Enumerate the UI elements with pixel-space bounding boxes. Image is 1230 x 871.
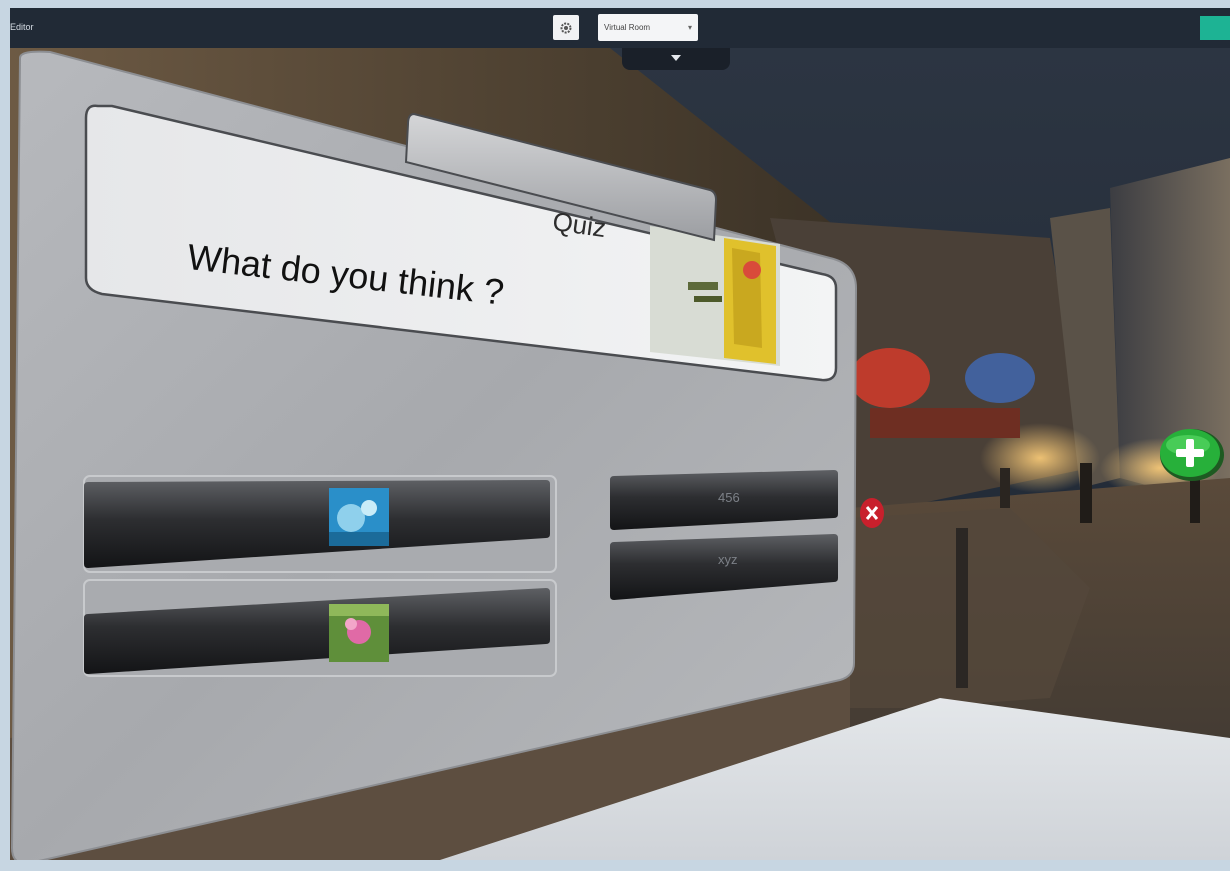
answer-button-3[interactable]: 456 (610, 470, 838, 530)
close-hotspot-button[interactable] (859, 497, 885, 529)
caret-down-icon (671, 55, 681, 61)
answer-button-2[interactable] (84, 584, 550, 676)
drawer-toggle[interactable] (622, 48, 730, 70)
answer-button-1[interactable] (84, 478, 550, 570)
gear-icon (560, 22, 572, 33)
image-thumbnail-icon (329, 604, 389, 662)
image-thumbnail-icon (329, 488, 389, 546)
app-title: Editor (10, 22, 34, 32)
action-button[interactable] (1200, 16, 1230, 40)
app-window: 456 xyz Quiz What do you think ? Editor … (10, 8, 1230, 860)
room-select[interactable]: Virtual Room ▾ (598, 14, 698, 41)
room-select-value: Virtual Room (604, 23, 651, 32)
close-icon (860, 498, 884, 528)
plus-icon (1160, 429, 1224, 481)
answer-label: xyz (718, 552, 738, 567)
settings-button[interactable] (553, 15, 579, 40)
chevron-down-icon: ▾ (687, 23, 692, 32)
top-toolbar: Editor Virtual Room ▾ (10, 8, 1230, 48)
answer-label: 456 (718, 490, 740, 505)
answer-button-4[interactable]: xyz (610, 534, 838, 600)
quiz-board (10, 50, 858, 860)
add-hotspot-button[interactable] (1158, 425, 1224, 483)
vr-scene[interactable]: 456 xyz Quiz What do you think ? (10, 48, 1230, 860)
